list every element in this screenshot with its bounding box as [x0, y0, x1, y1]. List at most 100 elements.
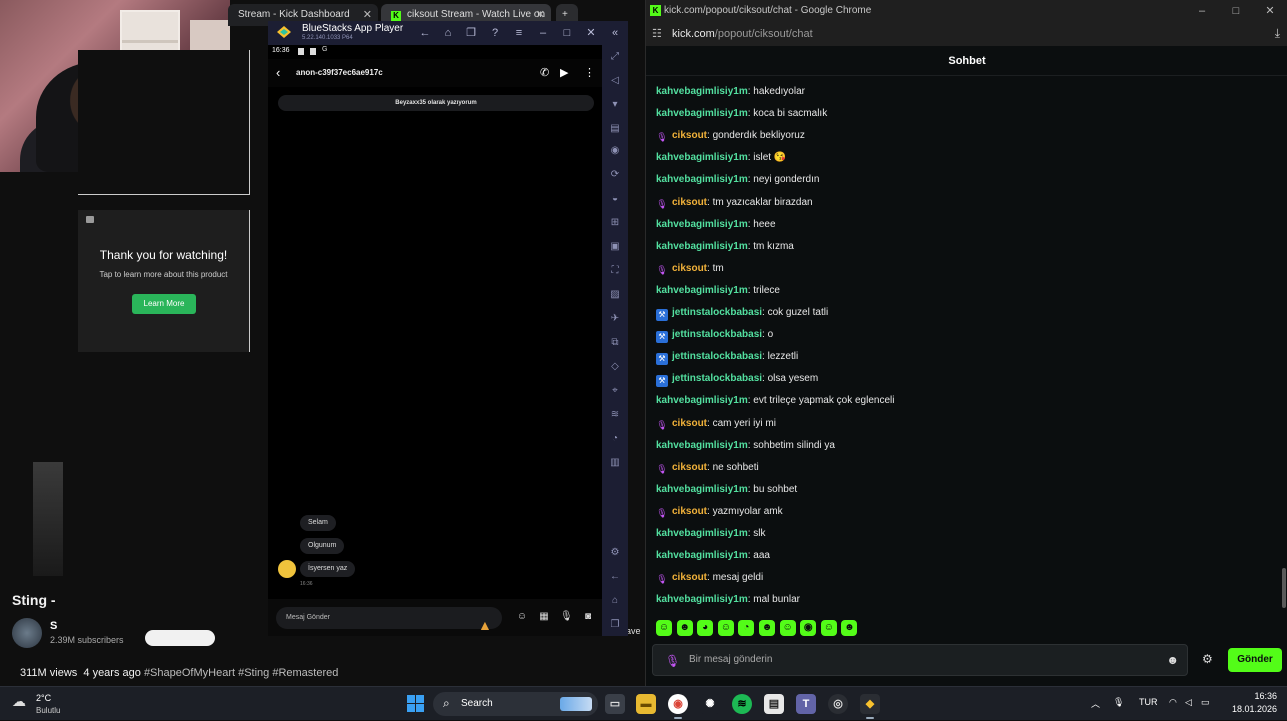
emote-icon[interactable]: ☻ [841, 620, 858, 636]
taskbar-search[interactable]: ⌕ Search [433, 692, 598, 716]
clock-time[interactable]: 16:36 [1254, 691, 1277, 701]
chat-username[interactable]: kahvebagimlisiy1m [656, 594, 748, 605]
download-icon[interactable]: ⤓ [1275, 26, 1280, 41]
learn-more-button[interactable]: Learn More [132, 294, 196, 314]
chat-username[interactable]: ciksout [672, 197, 707, 208]
chat-username[interactable]: ciksout [672, 263, 707, 274]
minimize-icon[interactable]: – [536, 26, 550, 40]
performance-icon[interactable]: ◒ [609, 193, 621, 205]
more-options-icon[interactable]: ⋮ [584, 66, 595, 79]
layers-icon[interactable]: ≋ [609, 409, 621, 421]
multi-instance-icon[interactable]: ⧉ [609, 337, 621, 349]
chat-username[interactable]: kahvebagimlisiy1m [656, 550, 748, 561]
teams-icon[interactable]: T [796, 694, 816, 714]
sync-icon[interactable]: ⟳ [609, 169, 621, 181]
chat-username[interactable]: kahvebagimlisiy1m [656, 440, 748, 451]
chrome-icon[interactable]: ◉ [668, 694, 688, 719]
chat-username[interactable]: kahvebagimlisiy1m [656, 86, 748, 97]
chat-username[interactable]: jettinstalockbabasi [672, 329, 762, 340]
home-icon[interactable]: ⌂ [609, 595, 621, 607]
chat-username[interactable]: kahvebagimlisiy1m [656, 219, 748, 230]
media-folder-icon[interactable]: ▨ [609, 289, 621, 301]
ad-info-icon[interactable] [86, 216, 94, 223]
close-icon[interactable]: ✕ [584, 26, 598, 40]
bluestacks-taskbar-icon[interactable]: ◆ [860, 694, 880, 719]
emote-icon[interactable]: ☻ [676, 620, 693, 636]
recent-apps-icon[interactable]: ❐ [609, 619, 621, 631]
emote-icon[interactable]: ◉ [800, 620, 817, 636]
emote-icon[interactable]: ☻ [759, 620, 775, 636]
language-indicator[interactable]: TUR [1139, 697, 1158, 707]
subscribe-button[interactable] [145, 630, 215, 646]
home-icon[interactable]: ⌂ [441, 26, 455, 40]
back-icon[interactable]: ← [609, 571, 621, 583]
fullscreen-icon[interactable]: ⤢ [609, 51, 621, 63]
sticker-icon[interactable]: ☺ [516, 611, 528, 623]
sidebar-expand-icon[interactable]: ▥ [609, 457, 621, 469]
close-icon[interactable]: ✕ [1262, 3, 1278, 19]
chat-settings-icon[interactable]: ⚙ [1202, 652, 1213, 666]
settings-icon[interactable]: ⚙ [609, 547, 621, 559]
weather-widget[interactable]: ☁ 2°C Bulutlu [12, 691, 72, 717]
recent-apps-icon[interactable]: ❐ [464, 26, 478, 40]
phone-call-icon[interactable]: ✆ [540, 66, 549, 79]
chat-username[interactable]: ciksout [672, 506, 707, 517]
chat-username[interactable]: ciksout [672, 462, 707, 473]
help-icon[interactable]: ? [488, 26, 502, 40]
airplane-icon[interactable]: ✈ [609, 313, 621, 325]
app-icon[interactable]: ◎ [828, 694, 848, 714]
chat-username[interactable]: kahvebagimlisiy1m [656, 174, 748, 185]
site-info-icon[interactable]: ☷ [652, 27, 662, 40]
apk-icon[interactable]: ⊞ [609, 217, 621, 229]
chevron-up-icon[interactable]: ︿ [1091, 697, 1100, 710]
chat-username[interactable]: jettinstalockbabasi [672, 373, 762, 384]
minimize-icon[interactable]: – [1194, 3, 1210, 19]
cursor-icon[interactable]: ▾ [609, 99, 621, 111]
camera-icon[interactable]: ◙ [582, 611, 594, 623]
microphone-icon[interactable]: 🎙 [1113, 697, 1124, 708]
clock-date[interactable]: 18.01.2026 [1232, 704, 1277, 714]
chat-username[interactable]: jettinstalockbabasi [672, 307, 762, 318]
file-explorer-icon[interactable]: ▬ [636, 694, 656, 714]
chatgpt-icon[interactable]: ✺ [700, 694, 720, 714]
send-button[interactable]: Gönder [1228, 648, 1282, 672]
address-bar[interactable]: ☷ kick.com/popout/ciksout/chat ⤓ [646, 22, 1287, 46]
maximize-icon[interactable]: □ [560, 26, 574, 40]
document-app-icon[interactable]: ▤ [764, 694, 784, 714]
emote-icon[interactable]: ☺ [656, 620, 672, 636]
emote-icon[interactable]: ☺ [820, 620, 837, 636]
chat-username[interactable]: ciksout [672, 418, 707, 429]
chat-username[interactable]: kahvebagimlisiy1m [656, 484, 748, 495]
eraser-icon[interactable]: ◇ [609, 361, 621, 373]
emote-icon[interactable]: ◔ [738, 620, 755, 636]
channel-avatar[interactable] [12, 618, 42, 648]
scrollbar[interactable] [1282, 568, 1286, 608]
chat-username[interactable]: ciksout [672, 130, 707, 141]
resize-icon[interactable]: ⛶ [609, 265, 621, 277]
video-call-icon[interactable]: ▶ [560, 66, 568, 79]
chat-username[interactable]: kahvebagimlisiy1m [656, 395, 748, 406]
microphone-icon[interactable]: 🎙 [560, 611, 573, 623]
macro-icon[interactable]: ◔ [609, 433, 621, 445]
chat-input[interactable]: 🎙 Bir mesaj gönderin ☻ [652, 644, 1188, 676]
back-icon[interactable]: ← [418, 26, 432, 40]
chat-username[interactable]: jettinstalockbabasi [672, 351, 762, 362]
spotify-icon[interactable]: ≋ [732, 694, 752, 714]
sender-avatar[interactable] [278, 560, 296, 578]
maximize-icon[interactable]: □ [1228, 3, 1244, 19]
message-input[interactable]: Mesaj Gönder [276, 607, 502, 629]
menu-icon[interactable]: ≡ [512, 26, 526, 40]
save-button[interactable]: ave [626, 626, 641, 636]
back-arrow-icon[interactable]: ‹ [276, 65, 280, 80]
volume-icon[interactable]: ◁ [1185, 697, 1192, 708]
screenshot-icon[interactable]: ▣ [609, 241, 621, 253]
record-icon[interactable]: ◉ [609, 145, 621, 157]
chat-username[interactable]: kahvebagimlisiy1m [656, 241, 748, 252]
volume-icon[interactable]: ◁ [609, 75, 621, 87]
location-icon[interactable]: ⌖ [609, 385, 621, 397]
collapse-sidebar-icon[interactable]: « [608, 26, 622, 40]
ad-card[interactable]: Thank you for watching! Tap to learn mor… [78, 210, 250, 352]
chat-username[interactable]: kahvebagimlisiy1m [656, 152, 748, 163]
video-thumbnail[interactable] [33, 462, 63, 576]
emote-icon[interactable]: ◕ [697, 620, 714, 636]
